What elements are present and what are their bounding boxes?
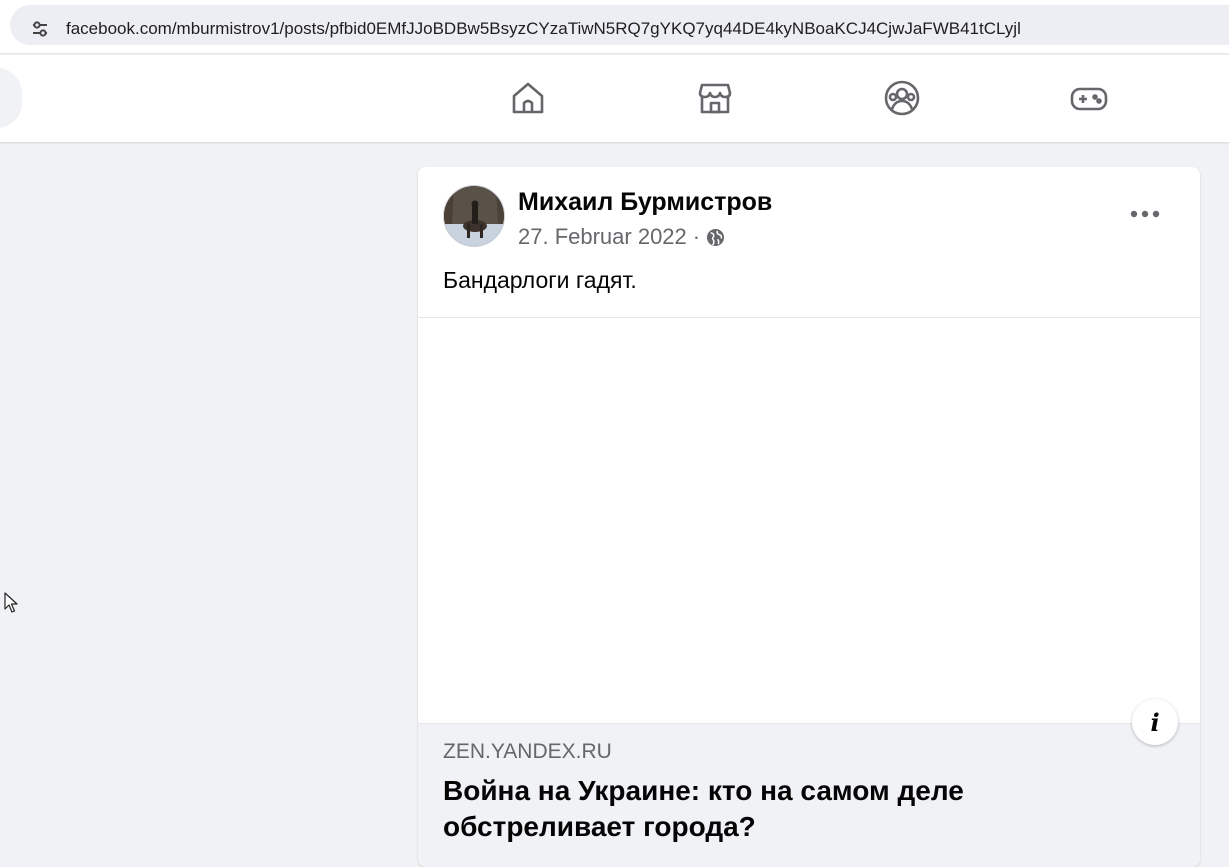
address-bar[interactable]: facebook.com/mburmistrov1/posts/pfbid0EM… <box>10 5 1229 45</box>
mouse-cursor-icon <box>4 592 20 619</box>
post-card: Михаил Бурмистров 27. Februar 2022 · Бан… <box>418 167 1200 867</box>
post-text: Бандарлоги гадят. <box>443 267 637 293</box>
site-info-icon[interactable] <box>26 15 54 43</box>
info-button[interactable]: i <box>1132 699 1178 745</box>
globe-icon <box>706 228 725 247</box>
link-preview[interactable]: ZEN.YANDEX.RU Война на Украине: кто на с… <box>418 723 1200 867</box>
back-button[interactable] <box>0 68 22 128</box>
link-preview-image[interactable] <box>418 318 1200 723</box>
post-date[interactable]: 27. Februar 2022 <box>518 224 687 250</box>
gaming-icon[interactable] <box>1068 77 1110 119</box>
post-meta: 27. Februar 2022 · <box>518 224 725 250</box>
meta-separator: · <box>692 224 701 249</box>
more-options-button[interactable] <box>1123 197 1167 231</box>
info-icon: i <box>1150 707 1160 737</box>
link-title[interactable]: Война на Украине: кто на самом деле обст… <box>443 773 1143 845</box>
browser-toolbar: facebook.com/mburmistrov1/posts/pfbid0EM… <box>0 0 1229 54</box>
more-icon <box>1130 210 1160 218</box>
link-domain: ZEN.YANDEX.RU <box>443 740 612 763</box>
marketplace-icon[interactable] <box>694 77 736 119</box>
home-icon[interactable] <box>507 77 549 119</box>
avatar[interactable] <box>443 185 505 247</box>
top-navigation <box>0 55 1229 142</box>
groups-icon[interactable] <box>881 77 923 119</box>
url-text[interactable]: facebook.com/mburmistrov1/posts/pfbid0EM… <box>66 19 1021 39</box>
author-name[interactable]: Михаил Бурмистров <box>518 188 772 217</box>
